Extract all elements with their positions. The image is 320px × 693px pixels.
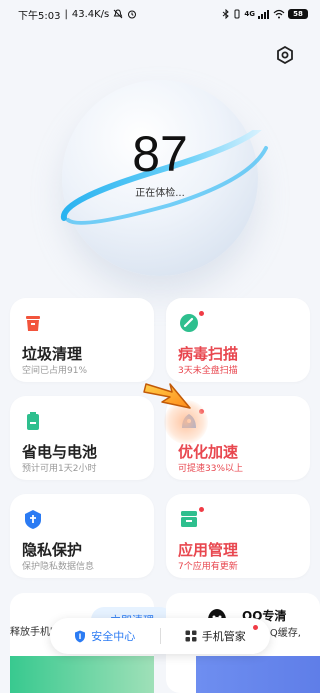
card-title: 应用管理	[178, 541, 239, 559]
card-junk-clean[interactable]: 垃圾清理 空间已占用91%	[10, 298, 154, 382]
card-battery[interactable]: 省电与电池 预计可用1天2小时	[10, 396, 154, 480]
battery-icon	[27, 412, 39, 430]
scan-icon	[180, 314, 198, 332]
vibrate-icon	[234, 9, 240, 19]
card-subtitle: 保护隐私数据信息	[22, 562, 95, 572]
signal-icon	[258, 10, 269, 19]
settings-button[interactable]	[274, 44, 296, 66]
status-bar: 下午5:03 | 43.4K/s 4G 58	[0, 0, 320, 28]
status-speed: 43.4K/s	[71, 8, 110, 20]
notification-dot	[199, 507, 204, 512]
card-privacy[interactable]: 隐私保护 保护隐私数据信息	[10, 494, 154, 578]
card-subtitle: 预计可用1天2小时	[22, 464, 97, 474]
trash-icon	[26, 316, 40, 331]
status-right: 4G 58	[222, 9, 308, 19]
status-time: 下午5:03	[18, 10, 61, 22]
tab-phone-manager[interactable]: 手机管家	[161, 625, 271, 644]
shield-icon	[75, 630, 86, 642]
card-subtitle: 7个应用有更新	[178, 562, 238, 572]
tab-security-center[interactable]: 安全中心	[50, 628, 160, 644]
grid-icon	[185, 630, 197, 642]
privacy-icon	[25, 510, 41, 529]
card-title: 优化加速	[178, 443, 239, 461]
scan-status: 正在体检...	[135, 188, 185, 199]
battery-level: 58	[293, 10, 303, 18]
promo-banner-blue	[196, 656, 320, 693]
gear-icon	[277, 46, 293, 64]
health-score: 87	[132, 126, 188, 182]
alarm-icon	[128, 10, 137, 19]
tab-label: 安全中心	[91, 630, 136, 643]
mute-bell-icon	[113, 9, 123, 19]
card-virus-scan[interactable]: 病毒扫描 3天未全盘扫描	[166, 298, 310, 382]
card-subtitle: 可提速33%以上	[178, 464, 244, 474]
network-type: 4G	[244, 10, 255, 18]
health-score-orb[interactable]: 87 正在体检...	[40, 70, 280, 290]
card-subtitle: 空间已占用91%	[22, 366, 88, 376]
battery-icon: 58	[288, 9, 308, 19]
card-app-manage[interactable]: 应用管理 7个应用有更新	[166, 494, 310, 578]
status-left: 下午5:03 | 43.4K/s	[18, 7, 137, 22]
pointer-arrow-icon	[143, 383, 191, 409]
bluetooth-icon	[223, 9, 230, 19]
app-manage-icon	[181, 511, 197, 527]
card-title: 省电与电池	[22, 443, 98, 461]
bottom-nav: 安全中心 手机管家	[50, 618, 270, 654]
wifi-icon	[273, 9, 285, 19]
card-title: 病毒扫描	[178, 345, 239, 363]
tab-label: 手机管家	[201, 630, 246, 643]
status-separator: |	[64, 8, 68, 20]
card-title: 垃圾清理	[22, 345, 83, 363]
card-title: 隐私保护	[22, 541, 83, 559]
notification-dot	[253, 625, 258, 630]
promo-banner-green	[10, 656, 154, 693]
notification-dot	[199, 311, 204, 316]
